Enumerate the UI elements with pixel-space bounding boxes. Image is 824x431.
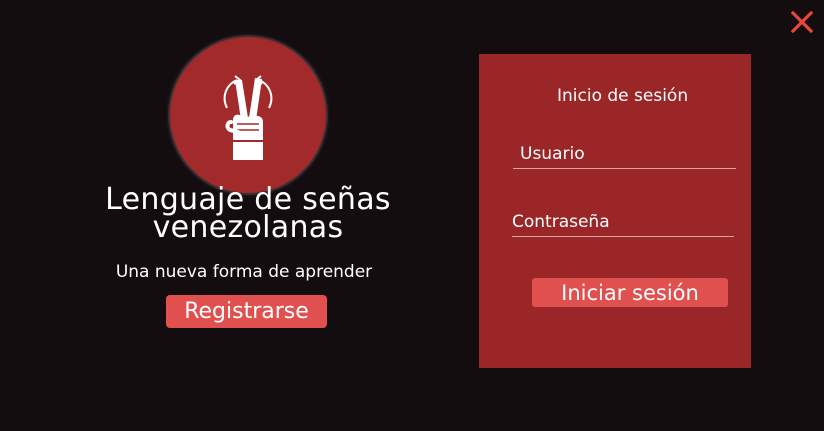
login-button[interactable]: Iniciar sesión xyxy=(532,278,728,307)
app-title: Lenguaje de señas venezolanas xyxy=(92,185,404,245)
register-button[interactable]: Registrarse xyxy=(166,295,327,328)
username-field[interactable] xyxy=(513,144,736,169)
app-subtitle: Una nueva forma de aprender xyxy=(115,262,373,282)
login-panel: Inicio de sesión Iniciar sesión xyxy=(479,54,751,368)
app-logo xyxy=(170,37,326,193)
close-icon xyxy=(790,10,814,34)
app-title-line2: venezolanas xyxy=(152,210,344,245)
close-button[interactable] xyxy=(786,6,818,38)
password-field[interactable] xyxy=(512,212,734,237)
peace-sign-hand-icon xyxy=(223,75,273,160)
login-title: Inicio de sesión xyxy=(557,86,689,106)
